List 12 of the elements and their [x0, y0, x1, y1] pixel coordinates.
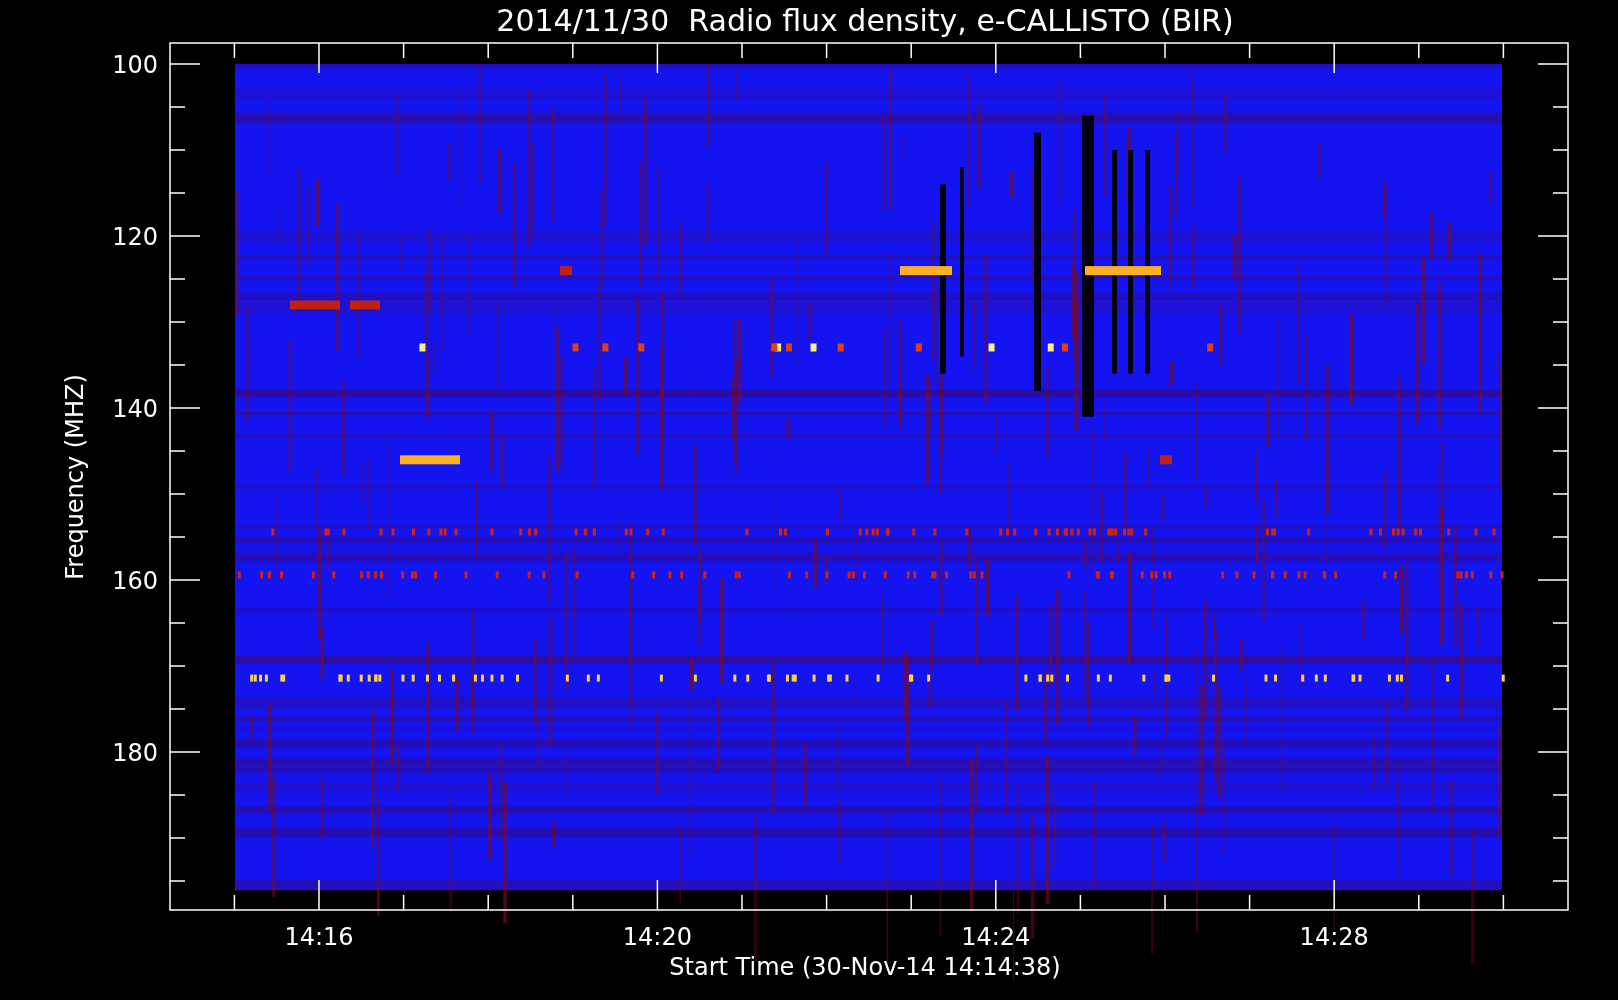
y-axis-title: Frequency (MHZ): [61, 374, 89, 580]
y-tick-label: 160: [112, 567, 158, 595]
y-tick-label: 180: [112, 739, 158, 767]
y-tick-label: 120: [112, 223, 158, 251]
y-tick-label: 140: [112, 395, 158, 423]
x-tick-label: 14:16: [284, 923, 354, 951]
x-axis-title: Start Time (30-Nov-14 14:14:38): [669, 953, 1061, 981]
x-tick-label: 14:28: [1299, 923, 1369, 951]
chart-title: 2014/11/30 Radio flux density, e-CALLISTO (BIR): [496, 3, 1234, 38]
x-tick-label: 14:20: [622, 923, 692, 951]
x-tick-label: 14:24: [961, 923, 1031, 951]
y-tick-label: 100: [112, 51, 158, 79]
